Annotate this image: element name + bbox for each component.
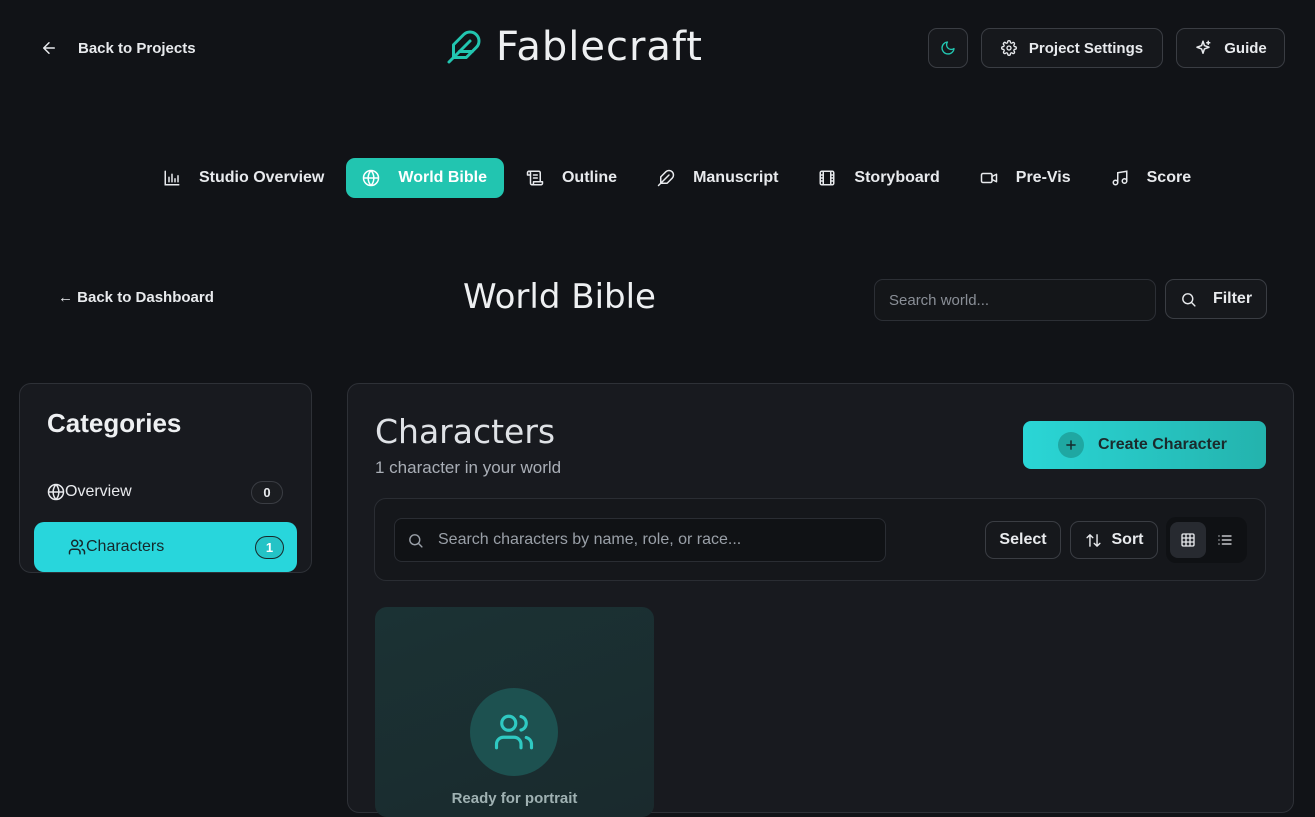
arrow-left-icon [40, 39, 58, 57]
character-search-input[interactable]: Search characters by name, role, or race… [394, 518, 886, 562]
bar-chart-icon [163, 169, 181, 187]
back-to-projects-link[interactable]: Back to Projects [40, 36, 196, 60]
gear-icon [1000, 40, 1017, 56]
search-icon [407, 532, 424, 549]
category-count-badge: 0 [251, 480, 283, 504]
guide-label: Guide [1224, 39, 1267, 57]
filter-label: Filter [1212, 290, 1253, 307]
sort-label: Sort [1111, 531, 1144, 548]
category-characters[interactable]: Characters 1 [34, 522, 297, 572]
category-label: Characters [86, 538, 165, 555]
app-brand: Fablecraft [446, 24, 703, 70]
tab-studio-overview[interactable]: Studio Overview [145, 158, 342, 198]
world-bible-header: ← Back to Dashboard World Bible Search w… [0, 275, 1315, 323]
category-overview[interactable]: Overview 0 [34, 467, 297, 517]
globe-icon [47, 483, 65, 501]
tab-storyboard[interactable]: Storyboard [800, 158, 957, 198]
project-settings-label: Project Settings [1028, 39, 1144, 57]
tab-label: World Bible [398, 169, 487, 186]
list-icon [1217, 532, 1233, 548]
categories-title: Categories [47, 408, 182, 438]
feather-icon [657, 169, 675, 187]
world-search-input[interactable]: Search world... [874, 279, 1156, 321]
characters-panel: Characters 1 character in your world Cre… [347, 383, 1294, 817]
scroll-icon [526, 169, 544, 187]
tab-label: Pre-Vis [1015, 169, 1071, 186]
theme-toggle-button[interactable] [928, 28, 968, 68]
sparkles-icon [1194, 39, 1212, 57]
tab-label: Storyboard [854, 169, 940, 186]
avatar [470, 688, 558, 776]
tab-label: Score [1146, 169, 1192, 186]
character-card[interactable]: Ready for portrait [375, 607, 654, 817]
select-button[interactable]: Select [985, 521, 1061, 559]
project-settings-button[interactable]: Project Settings [981, 28, 1163, 68]
app-title: Fablecraft [496, 24, 703, 70]
tab-world-bible[interactable]: World Bible [346, 158, 504, 198]
list-view-button[interactable] [1207, 522, 1243, 558]
view-mode-toggle [1166, 517, 1247, 563]
back-to-projects-label: Back to Projects [78, 39, 196, 57]
world-search-placeholder: Search world... [889, 291, 990, 309]
select-label: Select [999, 531, 1047, 548]
tab-outline[interactable]: Outline [508, 158, 635, 198]
back-to-dashboard-link[interactable]: ← Back to Dashboard [58, 289, 214, 306]
video-icon [980, 169, 998, 187]
character-search-placeholder: Search characters by name, role, or race… [438, 531, 742, 548]
top-bar: Back to Projects Fablecraft Project Sett… [0, 0, 1315, 95]
create-character-label: Create Character [1098, 436, 1227, 453]
portrait-status-label: Ready for portrait [451, 790, 578, 807]
sort-button[interactable]: Sort [1070, 521, 1158, 559]
tab-label: Manuscript [693, 169, 779, 186]
music-icon [1111, 169, 1129, 187]
tab-label: Studio Overview [199, 169, 325, 186]
category-label: Overview [65, 483, 132, 500]
moon-icon [940, 40, 956, 56]
grid-icon [1180, 532, 1196, 548]
grid-view-button[interactable] [1170, 522, 1206, 558]
categories-panel: Categories Overview 0 Characters 1 [19, 383, 312, 573]
characters-toolbar: Search characters by name, role, or race… [374, 498, 1266, 581]
filter-button[interactable]: Filter [1165, 279, 1267, 319]
tab-score[interactable]: Score [1093, 158, 1209, 198]
film-icon [818, 169, 836, 187]
feather-logo-icon [446, 27, 482, 67]
tab-label: Outline [561, 169, 618, 186]
search-icon [1180, 291, 1197, 308]
category-count-badge: 1 [255, 535, 284, 559]
globe-icon [362, 169, 380, 187]
plus-icon [1058, 432, 1084, 458]
page-title: World Bible [463, 277, 656, 317]
users-icon [68, 538, 86, 556]
studio-tabs: Studio Overview World Bible Outline Manu… [145, 158, 1209, 198]
section-subtitle: 1 character in your world [375, 458, 562, 477]
sort-arrows-icon [1085, 532, 1102, 549]
create-character-button[interactable]: Create Character [1023, 421, 1266, 469]
users-icon [493, 711, 535, 753]
section-title: Characters [375, 412, 556, 451]
tab-manuscript[interactable]: Manuscript [639, 158, 796, 198]
guide-button[interactable]: Guide [1176, 28, 1285, 68]
tab-pre-vis[interactable]: Pre-Vis [962, 158, 1089, 198]
